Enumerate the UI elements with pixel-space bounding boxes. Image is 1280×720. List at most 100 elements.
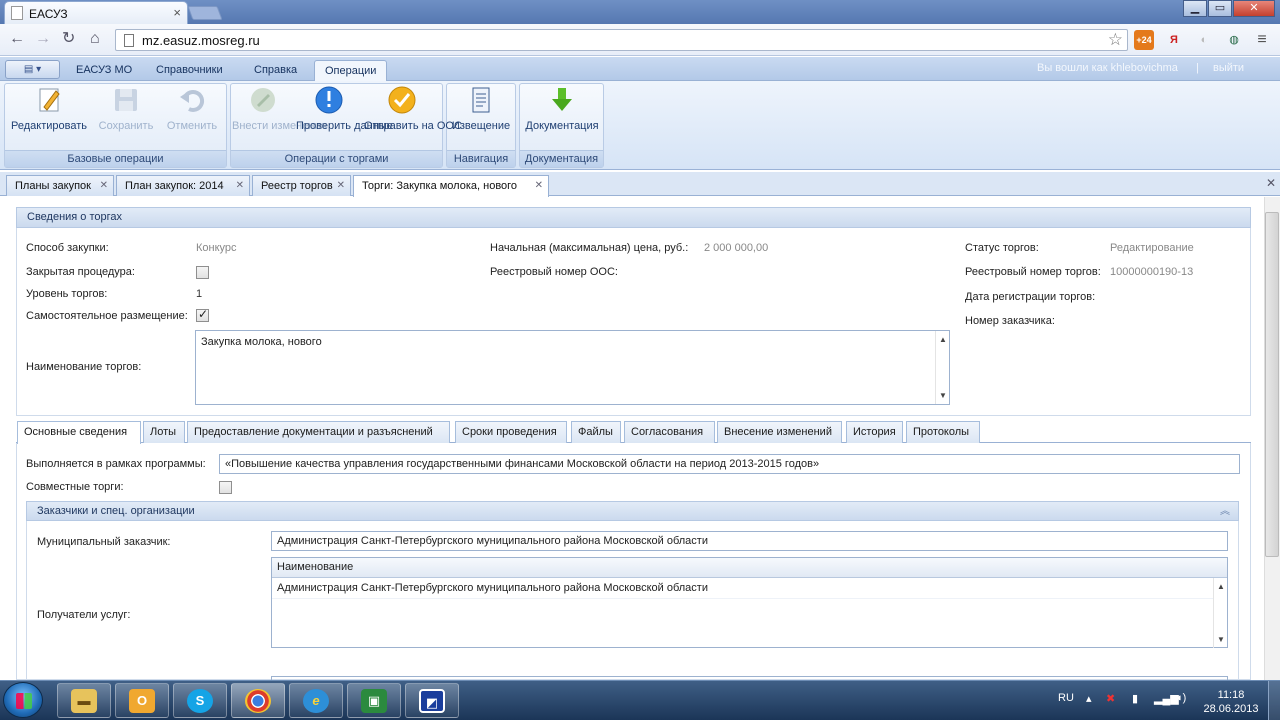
cancel-button[interactable]: Отменить (160, 85, 224, 132)
show-hidden-icons-icon[interactable]: ▴ (1086, 692, 1092, 705)
scroll-up-icon[interactable]: ▲ (939, 335, 947, 344)
menu-references[interactable]: Справочники (146, 60, 233, 81)
trade-name-textarea[interactable]: Закупка молока, нового ▲ ▼ (195, 330, 950, 405)
check-data-button-label: Проверить данные (296, 120, 393, 132)
price-label: Начальная (максимальная) цена, руб.: (490, 242, 689, 254)
close-window-button[interactable]: ✕ (1233, 0, 1275, 17)
close-icon[interactable]: ✕ (236, 176, 244, 196)
menu-operations[interactable]: Операции (314, 60, 388, 81)
network-signal-icon[interactable]: ▂▄▆ (1154, 692, 1179, 705)
edit-button[interactable]: Редактировать (8, 85, 90, 132)
forward-icon[interactable]: → (35, 29, 51, 49)
taskbar-app-2[interactable]: ◩ (405, 683, 459, 718)
doc-tab-plans[interactable]: Планы закупок ✕ (6, 175, 114, 196)
collapse-icon[interactable]: ︽ (1220, 503, 1230, 521)
method-value: Конкурс (196, 242, 237, 254)
municipal-customer-field[interactable]: Администрация Санкт-Петербургского муниц… (271, 531, 1228, 551)
show-desktop-button[interactable] (1268, 681, 1280, 720)
program-field[interactable]: «Повышение качества управления государст… (219, 454, 1240, 474)
doc-tab-trade[interactable]: Торги: Закупка молока, нового ✕ (353, 175, 549, 197)
doc-tab-registry[interactable]: Реестр торгов ✕ (252, 175, 351, 196)
yandex-extension-icon[interactable]: Я (1164, 30, 1184, 50)
language-indicator[interactable]: RU (1058, 692, 1074, 704)
page-scrollbar-thumb[interactable] (1265, 212, 1279, 557)
tab-main-info[interactable]: Основные сведения (17, 421, 141, 444)
table-row[interactable]: Администрация Санкт-Петербургского муниц… (272, 579, 1213, 599)
bookmark-star-icon[interactable]: ☆ (1108, 30, 1123, 50)
address-bar[interactable]: mz.easuz.mosreg.ru ☆ (115, 29, 1128, 51)
tab-changes[interactable]: Внесение изменений (717, 421, 842, 443)
start-button[interactable] (3, 682, 43, 718)
page-favicon-icon (11, 6, 23, 20)
customers-section-header[interactable]: Заказчики и спец. организации ︽ (26, 501, 1239, 521)
taskbar-app[interactable]: ▣ (347, 683, 401, 718)
internet-explorer-icon: e (303, 689, 329, 713)
extension-badge-icon[interactable]: +24 (1134, 30, 1154, 50)
download-arrow-icon (552, 88, 572, 111)
notice-button[interactable]: Извещение (449, 85, 513, 132)
scroll-down-icon[interactable]: ▼ (1217, 635, 1225, 644)
program-label: Выполняется в рамках программы: (26, 458, 206, 470)
taskbar-skype[interactable]: S (173, 683, 227, 718)
check-data-button[interactable]: Проверить данные (296, 85, 393, 132)
tab-history[interactable]: История (846, 421, 903, 443)
scroll-up-icon[interactable]: ▲ (1217, 582, 1225, 591)
grid-scrollbar[interactable]: ▲ ▼ (1213, 578, 1227, 648)
notice-button-label: Извещение (451, 120, 511, 132)
battery-icon[interactable]: ▮ (1132, 692, 1138, 705)
close-icon[interactable]: ✕ (337, 176, 345, 196)
back-icon[interactable]: ← (9, 29, 25, 49)
logout-link[interactable]: выйти (1213, 62, 1244, 74)
documentation-button[interactable]: Документация (521, 85, 603, 132)
send-to-oos-button[interactable]: Отправить на ООС (364, 85, 462, 132)
closed-procedure-checkbox[interactable] (196, 266, 209, 279)
tab-documentation[interactable]: Предоставление документации и разъяснени… (187, 421, 450, 443)
home-icon[interactable]: ⌂ (90, 29, 100, 49)
save-button[interactable]: Сохранить (94, 85, 158, 132)
scroll-down-icon[interactable]: ▼ (939, 391, 947, 400)
menu-toggle-button[interactable]: ▤ ▾ (5, 60, 60, 79)
close-all-tabs-icon[interactable]: ✕ (1266, 176, 1276, 190)
tab-deadlines[interactable]: Сроки проведения (455, 421, 567, 443)
settings-menu-icon[interactable]: ≡ (1252, 30, 1272, 50)
floppy-disk-icon (115, 89, 137, 111)
closed-procedure-label: Закрытая процедура: (26, 266, 135, 278)
menu-easuz[interactable]: ЕАСУЗ МО (66, 60, 142, 81)
self-placement-label: Самостоятельное размещение: (26, 310, 188, 322)
send-to-oos-button-label: Отправить на ООС (364, 120, 462, 132)
new-tab-button[interactable] (187, 6, 223, 20)
tab-files[interactable]: Файлы (571, 421, 621, 443)
tab-lots[interactable]: Лоты (143, 421, 185, 443)
tab-protocols[interactable]: Протоколы (906, 421, 980, 443)
menu-help[interactable]: Справка (244, 60, 307, 81)
reload-icon[interactable]: ↻ (62, 29, 75, 49)
self-placement-checkbox[interactable] (196, 307, 209, 322)
globe-extension-icon[interactable]: ◍ (1224, 30, 1244, 50)
grid-header-name[interactable]: Наименование (272, 558, 1227, 578)
taskbar-chrome[interactable] (231, 683, 285, 718)
close-tab-icon[interactable]: × (173, 5, 181, 20)
status-value: Редактирование (1110, 242, 1194, 254)
doc-tab-plan-2014[interactable]: План закупок: 2014 ✕ (116, 175, 250, 196)
extension-icon[interactable]: ◐ (1194, 30, 1214, 50)
tab-approvals[interactable]: Согласования (624, 421, 715, 443)
joint-trades-checkbox[interactable] (219, 481, 232, 494)
volume-icon[interactable]: ◖) (1176, 692, 1186, 704)
close-icon[interactable]: ✕ (100, 176, 108, 196)
app-window-icon: ◩ (419, 689, 445, 713)
skype-icon: S (187, 689, 213, 713)
taskbar-outlook[interactable]: O (115, 683, 169, 718)
browser-tab[interactable]: ЕАСУЗ × (4, 1, 188, 24)
close-icon[interactable]: ✕ (535, 176, 543, 196)
system-clock[interactable]: 11:18 28.06.2013 (1198, 688, 1264, 716)
taskbar-ie[interactable]: e (289, 683, 343, 718)
trade-name-label: Наименование торгов: (26, 361, 142, 373)
level-value: 1 (196, 288, 203, 300)
antivirus-tray-icon[interactable]: ✖ (1106, 692, 1115, 705)
maximize-window-button[interactable]: ▭ (1208, 0, 1232, 17)
apply-changes-button[interactable]: Внести изменения (232, 85, 327, 132)
taskbar-explorer[interactable]: ▬ (57, 683, 111, 718)
textarea-scrollbar[interactable]: ▲ ▼ (935, 331, 949, 404)
minimize-window-button[interactable]: ▁ (1183, 0, 1207, 17)
recipients-label: Получатели услуг: (37, 609, 131, 621)
